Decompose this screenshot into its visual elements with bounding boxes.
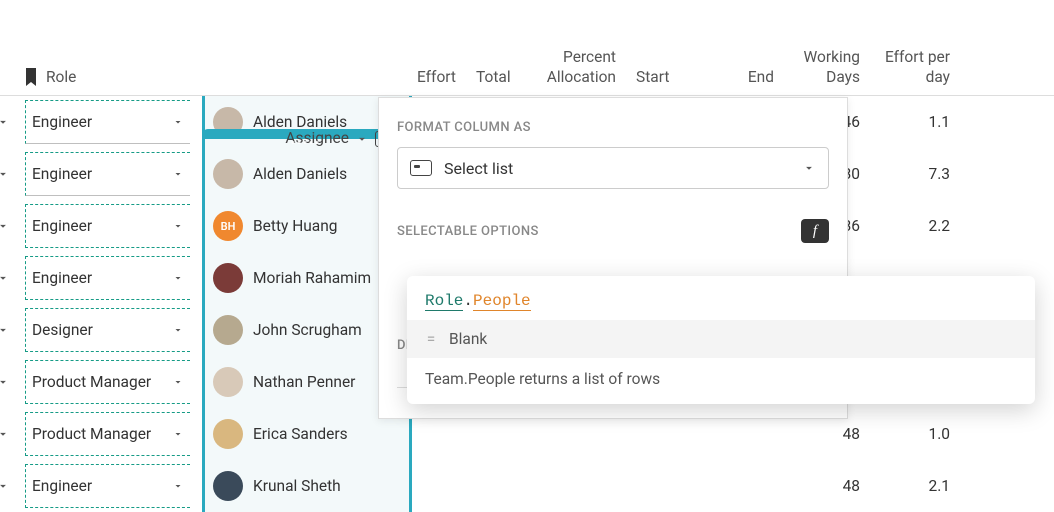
- selectable-options-label: SELECTABLE OPTIONS: [397, 224, 539, 239]
- column-header-end[interactable]: End: [688, 60, 784, 95]
- format-select[interactable]: Select list: [397, 147, 829, 189]
- expand-icon[interactable]: [0, 271, 10, 285]
- expand-icon[interactable]: [0, 323, 10, 337]
- role-text: Engineer: [32, 113, 92, 131]
- formula-expression[interactable]: Role.People: [407, 288, 1035, 320]
- formula-token-role: Role: [425, 292, 463, 311]
- role-cell[interactable]: Engineer: [0, 460, 200, 512]
- role-text: Engineer: [32, 269, 92, 287]
- formula-button[interactable]: f: [801, 219, 829, 243]
- avatar: [213, 419, 243, 449]
- role-text: Engineer: [32, 477, 92, 495]
- formula-description: Team.People returns a list of rows: [407, 358, 1035, 404]
- column-header-label: Role: [46, 68, 76, 87]
- assignee-name: Moriah Rahamim: [253, 269, 371, 287]
- role-cell[interactable]: Engineer: [0, 96, 200, 148]
- role-text: Product Manager: [32, 373, 151, 391]
- chevron-down-icon[interactable]: [172, 116, 184, 128]
- assignee-name: Erica Sanders: [253, 425, 348, 443]
- chevron-down-icon[interactable]: [172, 168, 184, 180]
- role-cell[interactable]: Engineer: [0, 252, 200, 304]
- avatar: [213, 315, 243, 345]
- column-header-label: Assignee: [213, 129, 349, 148]
- chevron-down-icon[interactable]: [172, 428, 184, 440]
- role-cell[interactable]: Designer: [0, 304, 200, 356]
- expand-icon[interactable]: [0, 375, 10, 389]
- expand-icon[interactable]: [0, 479, 10, 493]
- working-days-cell[interactable]: 48: [788, 477, 874, 495]
- role-cell[interactable]: Engineer: [0, 200, 200, 252]
- formula-result-blank: = Blank: [407, 320, 1035, 358]
- assignee-name: John Scrugham: [253, 321, 362, 339]
- expand-icon[interactable]: [0, 427, 10, 441]
- formula-result-text: Blank: [449, 330, 487, 348]
- chevron-down-icon[interactable]: [172, 376, 184, 388]
- effort-per-day-cell[interactable]: 2.2: [874, 217, 964, 235]
- table-row[interactable]: Engineer Krunal Sheth 482.1: [0, 460, 1054, 512]
- effort-per-day-cell[interactable]: 7.3: [874, 165, 964, 183]
- format-select-value: Select list: [444, 159, 790, 178]
- table-header: Role Assignee Effort Total Percent Alloc…: [0, 0, 1054, 96]
- equals-icon: =: [425, 330, 437, 348]
- assignee-name: Betty Huang: [253, 217, 338, 235]
- expand-icon[interactable]: [0, 219, 10, 233]
- chevron-down-icon[interactable]: [355, 132, 369, 146]
- select-list-icon: [410, 160, 432, 176]
- format-column-label: FORMAT COLUMN AS: [397, 120, 829, 135]
- effort-per-day-cell[interactable]: 1.1: [874, 113, 964, 131]
- formula-popover: Role.People = Blank Team.People returns …: [407, 276, 1035, 404]
- expand-icon[interactable]: [0, 167, 10, 181]
- column-header-effortday[interactable]: Effort per day: [870, 40, 960, 95]
- column-header-start[interactable]: Start: [626, 60, 688, 95]
- avatar: [213, 471, 243, 501]
- column-header-working[interactable]: Working Days: [784, 40, 870, 95]
- chevron-down-icon[interactable]: [172, 480, 184, 492]
- chevron-down-icon[interactable]: [172, 220, 184, 232]
- column-header-role[interactable]: Role: [0, 60, 200, 95]
- assignee-cell[interactable]: Krunal Sheth: [202, 460, 412, 512]
- role-text: Designer: [32, 321, 93, 339]
- expand-icon[interactable]: [0, 115, 10, 129]
- bookmark-icon: [24, 68, 38, 86]
- formula-token-people: People: [473, 292, 531, 311]
- effort-per-day-cell[interactable]: 2.1: [874, 477, 964, 495]
- role-cell[interactable]: Product Manager: [0, 356, 200, 408]
- effort-per-day-cell[interactable]: 1.0: [874, 425, 964, 443]
- avatar: [213, 159, 243, 189]
- assignee-name: Krunal Sheth: [253, 477, 341, 495]
- column-header-total[interactable]: Total: [466, 60, 524, 95]
- avatar: [213, 263, 243, 293]
- assignee-name: Alden Daniels: [253, 165, 347, 183]
- avatar: BH: [213, 211, 243, 241]
- avatar: [213, 367, 243, 397]
- role-text: Engineer: [32, 217, 92, 235]
- role-text: Product Manager: [32, 425, 151, 443]
- chevron-down-icon: [802, 161, 816, 175]
- chevron-down-icon[interactable]: [172, 272, 184, 284]
- role-text: Engineer: [32, 165, 92, 183]
- working-days-cell[interactable]: 48: [788, 425, 874, 443]
- column-header-percent[interactable]: Percent Allocation: [524, 40, 626, 95]
- chevron-down-icon[interactable]: [172, 324, 184, 336]
- role-cell[interactable]: Engineer: [0, 148, 200, 200]
- assignee-name: Nathan Penner: [253, 373, 355, 391]
- formula-token-dot: .: [463, 292, 473, 310]
- role-cell[interactable]: Product Manager: [0, 408, 200, 460]
- column-header-effort[interactable]: Effort: [410, 60, 466, 95]
